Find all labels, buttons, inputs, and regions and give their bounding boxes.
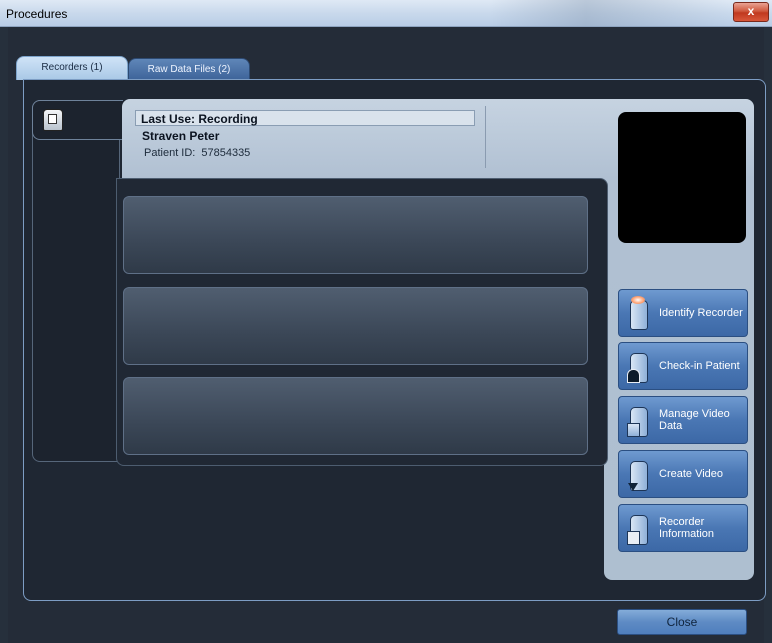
recorder-information-icon	[627, 511, 649, 545]
create-video-icon	[627, 457, 649, 491]
list-item[interactable]	[123, 287, 588, 365]
recorder-information-label: Recorder Information	[659, 516, 715, 540]
identify-recorder-icon	[627, 296, 649, 330]
header-divider	[485, 106, 486, 168]
identify-recorder-button[interactable]: Identify Recorder	[618, 289, 748, 337]
close-icon: x	[747, 4, 755, 18]
identify-recorder-label: Identify Recorder	[659, 307, 743, 319]
title-bar-sheen	[490, 0, 730, 26]
manage-video-data-icon	[627, 403, 649, 437]
list-item[interactable]	[123, 196, 588, 274]
last-use-label: Last Use: Recording	[135, 110, 475, 126]
tab-raw-data-files[interactable]: Raw Data Files (2)	[128, 58, 250, 80]
window-title: Procedures	[6, 7, 68, 21]
title-bar: Procedures x	[0, 0, 772, 27]
recorder-icon	[43, 109, 63, 131]
patient-name: Straven Peter	[142, 129, 220, 143]
create-video-button[interactable]: Create Video	[618, 450, 748, 498]
tab-recorders[interactable]: Recorders (1)	[16, 56, 128, 80]
video-preview	[618, 112, 746, 243]
patient-id-label: Patient ID:	[144, 147, 196, 159]
recorder-information-button[interactable]: Recorder Information	[618, 504, 748, 552]
check-in-patient-icon	[627, 349, 649, 383]
close-button[interactable]: Close	[617, 609, 747, 635]
manage-video-data-label: Manage Video Data	[659, 408, 730, 432]
create-video-label: Create Video	[659, 468, 724, 480]
tab-raw-data-files-label: Raw Data Files (2)	[147, 64, 231, 75]
patient-id-value: 57854335	[201, 147, 251, 159]
list-item[interactable]	[123, 377, 588, 455]
manage-video-data-button[interactable]: Manage Video Data	[618, 396, 748, 444]
patient-id: Patient ID: 57854335	[144, 147, 250, 159]
tab-recorders-label: Recorders (1)	[41, 62, 103, 73]
window-close-button[interactable]: x	[733, 2, 769, 22]
check-in-patient-button[interactable]: Check-in Patient	[618, 342, 748, 390]
check-in-patient-label: Check-in Patient	[659, 360, 740, 372]
device-tab-strip	[32, 100, 120, 462]
device-tab[interactable]	[32, 100, 123, 140]
